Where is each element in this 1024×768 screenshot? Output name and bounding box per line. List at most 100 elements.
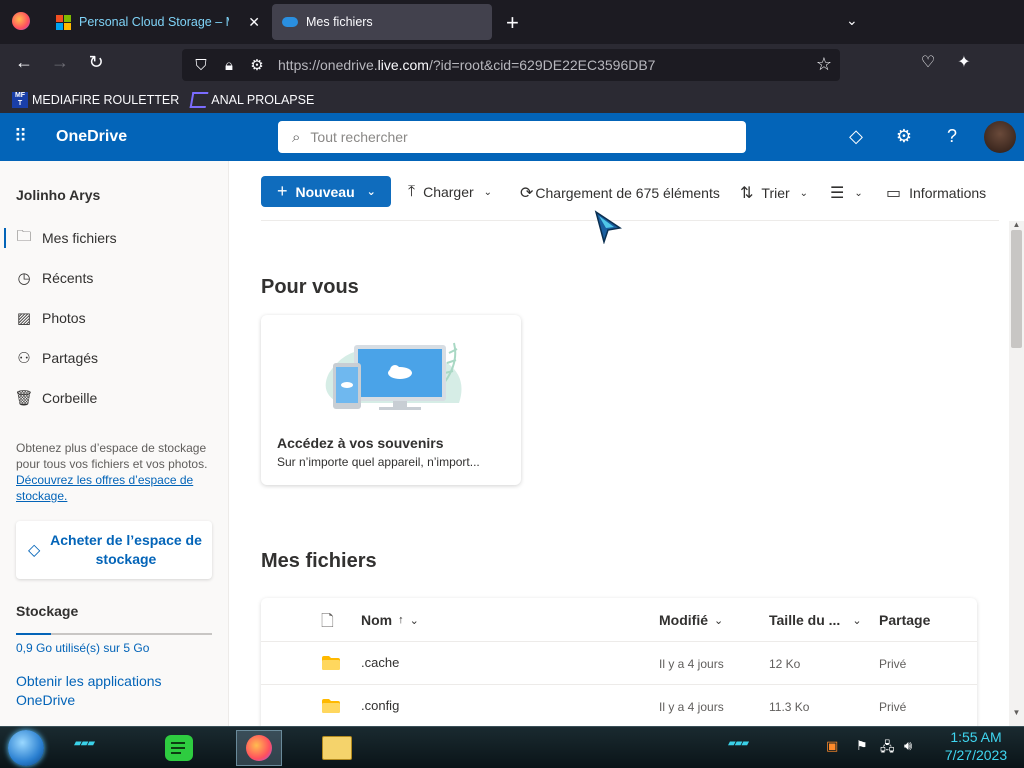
help-icon[interactable]: ? <box>940 126 964 147</box>
app-launcher-icon[interactable]: ⠿ <box>14 126 34 146</box>
bookmark-anal-prolapse[interactable]: ANAL PROLAPSE <box>189 91 315 108</box>
chevron-down-icon: ⌄ <box>799 187 809 199</box>
search-input[interactable] <box>310 129 711 145</box>
loading-label: Chargement de 675 éléments <box>535 185 720 201</box>
search-box[interactable]: ⌕ <box>278 121 746 153</box>
bookmark-label: ANAL PROLAPSE <box>211 92 315 107</box>
folder-icon <box>322 699 340 713</box>
tab-title: Mes fichiers <box>306 15 373 29</box>
diamond-icon: ◇ <box>28 542 41 559</box>
chevron-down-icon: ⌄ <box>714 614 724 627</box>
folder-icon <box>322 656 340 670</box>
column-header-size[interactable]: Taille du ... ⌄ <box>769 612 862 628</box>
table-row[interactable]: .cache Il y a 4 jours 12 Ko Privé <box>261 641 977 684</box>
plus-icon: + <box>277 181 288 201</box>
taskbar-file-explorer-app[interactable] <box>314 730 360 766</box>
reload-button[interactable]: ↻ <box>84 52 108 73</box>
new-button-label: Nouveau <box>295 183 355 200</box>
forward-button[interactable]: → <box>48 52 72 73</box>
sidebar-item-mes-fichiers[interactable]: 🗀︎ Mes fichiers <box>0 218 228 258</box>
file-sharing: Privé <box>879 700 907 714</box>
for-you-title: Pour vous <box>261 276 359 298</box>
photo-icon: ▨ <box>16 310 32 327</box>
taskbar-firefox-app[interactable] <box>236 730 282 766</box>
column-header-modified[interactable]: Modifié ⌄ <box>659 612 723 628</box>
file-modified: Il y a 4 jours <box>659 700 724 714</box>
column-size-label: Taille du ... <box>769 612 841 628</box>
bookmarks-toolbar: MF T MEDIAFIRE ROULETTER ANAL PROLAPSE <box>0 86 1024 113</box>
url-bar[interactable]: ⛉ 🔒︎ ⚙︎ https://onedrive.live.com/?id=ro… <box>182 49 840 81</box>
scrollbar-thumb[interactable] <box>1011 230 1022 348</box>
sidebar-item-corbeille[interactable]: 🗑︎ Corbeille <box>0 378 228 418</box>
start-button[interactable] <box>8 730 44 766</box>
sidebar-item-partages[interactable]: ⚇ Partagés <box>0 338 228 378</box>
back-button[interactable]: ← <box>12 52 36 73</box>
upload-label: Charger <box>423 184 474 200</box>
firefox-icon <box>246 735 272 761</box>
clock-time: 1:55 AM <box>950 729 1002 745</box>
table-row[interactable]: .config Il y a 4 jours 11.3 Ko Privé <box>261 684 977 727</box>
scroll-up-arrow-icon[interactable]: ▲ <box>1011 220 1022 229</box>
promo-link[interactable]: Découvrez les offres d’espace de stockag… <box>16 472 216 504</box>
devices-illustration <box>325 342 462 410</box>
scroll-down-arrow-icon[interactable]: ▼ <box>1011 708 1022 717</box>
lock-icon[interactable]: 🔒︎ <box>220 57 238 74</box>
chevron-down-icon: ⌄ <box>483 186 493 198</box>
storage-progress-bar <box>16 633 212 635</box>
permissions-icon[interactable]: ⚙︎ <box>248 56 266 74</box>
card-title: Accédez à vos souvenirs <box>277 435 444 451</box>
volume-icon[interactable]: 🔊︎ <box>904 738 912 754</box>
column-header-name[interactable]: Nom ↑ ⌄ <box>361 612 419 628</box>
column-header-sharing[interactable]: Partage <box>879 612 930 628</box>
tab-personal-cloud-storage[interactable]: Personal Cloud Storage – Micr ✕ <box>44 0 270 44</box>
bookmark-mediafire-rouletter[interactable]: MF T MEDIAFIRE ROULETTER <box>12 91 180 108</box>
taskbar <box>0 726 1024 768</box>
firefox-menu-icon[interactable] <box>12 12 30 30</box>
file-name[interactable]: .cache <box>361 655 399 670</box>
url-text[interactable]: https://onedrive.live.com/?id=root&cid=6… <box>278 57 655 73</box>
sidebar-item-recents[interactable]: ◷ Récents <box>0 258 228 298</box>
close-tab-icon[interactable]: ✕ <box>248 14 260 31</box>
column-sharing-label: Partage <box>879 612 931 628</box>
sort-button[interactable]: ⇅ Trier ⌄ <box>740 183 808 203</box>
app-title[interactable]: OneDrive <box>56 128 127 146</box>
people-icon: ⚇ <box>17 350 31 367</box>
new-tab-button[interactable]: + <box>506 10 519 36</box>
storage-promo: Obtenez plus d’espace de stockage pour t… <box>16 440 216 504</box>
history-icon: ◷ <box>17 270 31 287</box>
bookmark-star-icon[interactable]: ☆ <box>816 54 832 75</box>
flag-icon[interactable]: ⚑ <box>856 738 868 754</box>
clock-date: 7/27/2023 <box>944 747 1008 763</box>
upload-button[interactable]: ⤒ Charger ⌄ <box>408 183 492 201</box>
settings-gear-icon[interactable]: ⚙ <box>892 126 916 147</box>
network-icon[interactable]: 🖧︎ <box>880 738 895 760</box>
info-button[interactable]: ▭ Informations <box>886 183 986 203</box>
tab-mes-fichiers[interactable]: Mes fichiers <box>272 4 492 40</box>
memories-card[interactable]: Accédez à vos souvenirs Sur n’importe qu… <box>261 315 521 485</box>
sidebar-item-photos[interactable]: ▨ Photos <box>0 298 228 338</box>
pocket-icon[interactable]: ♡ <box>916 52 940 72</box>
view-options-button[interactable]: ☰ ⌄ <box>830 183 863 203</box>
bookmark-label: MEDIAFIRE ROULETTER <box>32 92 180 107</box>
file-sharing: Privé <box>879 657 907 671</box>
onedrive-header: ⠿ OneDrive ⌕ ◇ ⚙ ? <box>0 113 1024 161</box>
buy-storage-button[interactable]: ◇ Acheter de l’espace de stockage <box>16 521 212 579</box>
sidebar-item-label: Partagés <box>42 350 99 366</box>
clock[interactable]: 1:55 AM 7/27/2023 <box>936 728 1016 764</box>
taskbar-notes-app[interactable] <box>156 730 202 766</box>
list-tabs-chevron-icon[interactable]: ⌄ <box>846 12 858 29</box>
sort-ascending-icon: ↑ <box>398 614 404 626</box>
extensions-icon[interactable]: ✦ <box>952 52 976 72</box>
premium-diamond-icon[interactable]: ◇ <box>844 126 868 147</box>
file-type-icon[interactable]: 🗋︎ <box>321 610 334 637</box>
sidebar-item-label: Corbeille <box>42 390 98 406</box>
file-name[interactable]: .config <box>361 698 399 713</box>
avatar[interactable] <box>984 121 1016 153</box>
get-apps-link[interactable]: Obtenir les applications OneDrive <box>16 672 196 710</box>
new-button[interactable]: + Nouveau ⌄ <box>261 176 391 207</box>
storage-used-text[interactable]: 0,9 Go utilisé(s) sur 5 Go <box>16 641 149 655</box>
tray-app-icon[interactable]: ▣ <box>826 738 838 754</box>
card-subtitle: Sur n’importe quel appareil, n’import... <box>277 455 480 469</box>
column-name-label: Nom <box>361 612 393 628</box>
shield-icon[interactable]: ⛉ <box>192 57 210 74</box>
